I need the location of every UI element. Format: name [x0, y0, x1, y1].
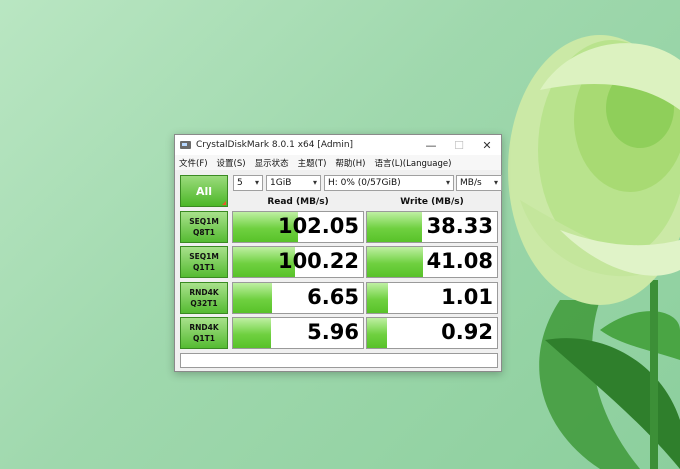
- test-label-line2: Q1T1: [193, 334, 215, 343]
- read-value: 6.65: [307, 285, 359, 309]
- test-count-select[interactable]: 5 ▾: [233, 175, 263, 191]
- drive-select[interactable]: H: 0% (0/57GiB) ▾: [324, 175, 454, 191]
- write-value: 38.33: [426, 214, 493, 238]
- all-button[interactable]: All: [180, 175, 228, 207]
- read-value: 102.05: [277, 214, 359, 238]
- window-title: CrystalDiskMark 8.0.1 x64 [Admin]: [196, 140, 354, 150]
- minimize-button[interactable]: —: [417, 135, 445, 155]
- read-header: Read (MB/s): [267, 197, 329, 207]
- unit-select[interactable]: MB/s ▾: [456, 175, 502, 191]
- write-bar: [367, 212, 422, 242]
- read-result: 6.65: [232, 282, 364, 314]
- write-bar: [367, 247, 423, 277]
- drive-value: H: 0% (0/57GiB): [328, 178, 401, 188]
- comment-field[interactable]: [180, 353, 498, 368]
- test-label-line1: RND4K: [189, 323, 219, 332]
- menu-bar: 文件(F) 设置(S) 显示状态 主题(T) 帮助(H) 语言(L)(Langu…: [175, 155, 501, 170]
- crystaldiskmark-window: CrystalDiskMark 8.0.1 x64 [Admin] — ☐ ✕ …: [174, 134, 502, 372]
- test-label-line2: Q1T1: [193, 263, 215, 272]
- menu-language[interactable]: 语言(L)(Language): [374, 157, 451, 169]
- read-bar: [233, 283, 272, 313]
- seq1m-q1t1-button[interactable]: SEQ1M Q1T1: [180, 246, 228, 278]
- test-row: SEQ1M Q1T1 100.22 41.08: [180, 246, 498, 278]
- rnd4k-q32t1-button[interactable]: RND4K Q32T1: [180, 282, 228, 314]
- rnd4k-q1t1-button[interactable]: RND4K Q1T1: [180, 317, 228, 349]
- read-bar: [233, 318, 271, 348]
- test-row: RND4K Q1T1 5.96 0.92: [180, 317, 498, 349]
- test-count-value: 5: [237, 178, 243, 188]
- read-value: 100.22: [277, 249, 359, 273]
- chevron-down-icon: ▾: [312, 178, 317, 187]
- write-result: 1.01: [366, 282, 498, 314]
- write-result: 41.08: [366, 246, 498, 278]
- test-row: RND4K Q32T1 6.65 1.01: [180, 282, 498, 314]
- write-result: 0.92: [366, 317, 498, 349]
- title-bar: CrystalDiskMark 8.0.1 x64 [Admin] — ☐ ✕: [175, 135, 501, 155]
- test-label-line2: Q8T1: [193, 228, 215, 237]
- read-value: 5.96: [307, 320, 359, 344]
- read-result: 5.96: [232, 317, 364, 349]
- chevron-down-icon: ▾: [254, 178, 259, 187]
- test-row: SEQ1M Q8T1 102.05 38.33: [180, 211, 498, 243]
- menu-file[interactable]: 文件(F): [179, 157, 208, 169]
- menu-display-status[interactable]: 显示状态: [255, 157, 289, 169]
- write-bar: [367, 283, 388, 313]
- test-label-line1: SEQ1M: [189, 217, 219, 226]
- test-label-line2: Q32T1: [190, 299, 218, 308]
- test-size-value: 1GiB: [270, 178, 292, 188]
- write-header: Write (MB/s): [400, 197, 464, 207]
- write-bar: [367, 318, 387, 348]
- write-value: 41.08: [426, 249, 493, 273]
- write-value: 0.92: [441, 320, 493, 344]
- chevron-down-icon: ▾: [445, 178, 450, 187]
- app-disk-icon: [180, 140, 191, 151]
- unit-value: MB/s: [460, 178, 482, 188]
- write-value: 1.01: [441, 285, 493, 309]
- write-result: 38.33: [366, 211, 498, 243]
- menu-theme[interactable]: 主题(T): [298, 157, 327, 169]
- read-result: 102.05: [232, 211, 364, 243]
- chevron-down-icon: ▾: [493, 178, 498, 187]
- test-label-line1: RND4K: [189, 288, 219, 297]
- seq1m-q8t1-button[interactable]: SEQ1M Q8T1: [180, 211, 228, 243]
- maximize-button[interactable]: ☐: [445, 135, 473, 155]
- test-label-line1: SEQ1M: [189, 252, 219, 261]
- close-button[interactable]: ✕: [473, 135, 501, 155]
- toolbar: All 5 ▾ 1GiB ▾ H: 0% (0/57GiB) ▾ MB/s ▾: [180, 175, 502, 207]
- menu-settings[interactable]: 设置(S): [217, 157, 246, 169]
- test-size-select[interactable]: 1GiB ▾: [266, 175, 321, 191]
- menu-help[interactable]: 帮助(H): [335, 157, 365, 169]
- read-result: 100.22: [232, 246, 364, 278]
